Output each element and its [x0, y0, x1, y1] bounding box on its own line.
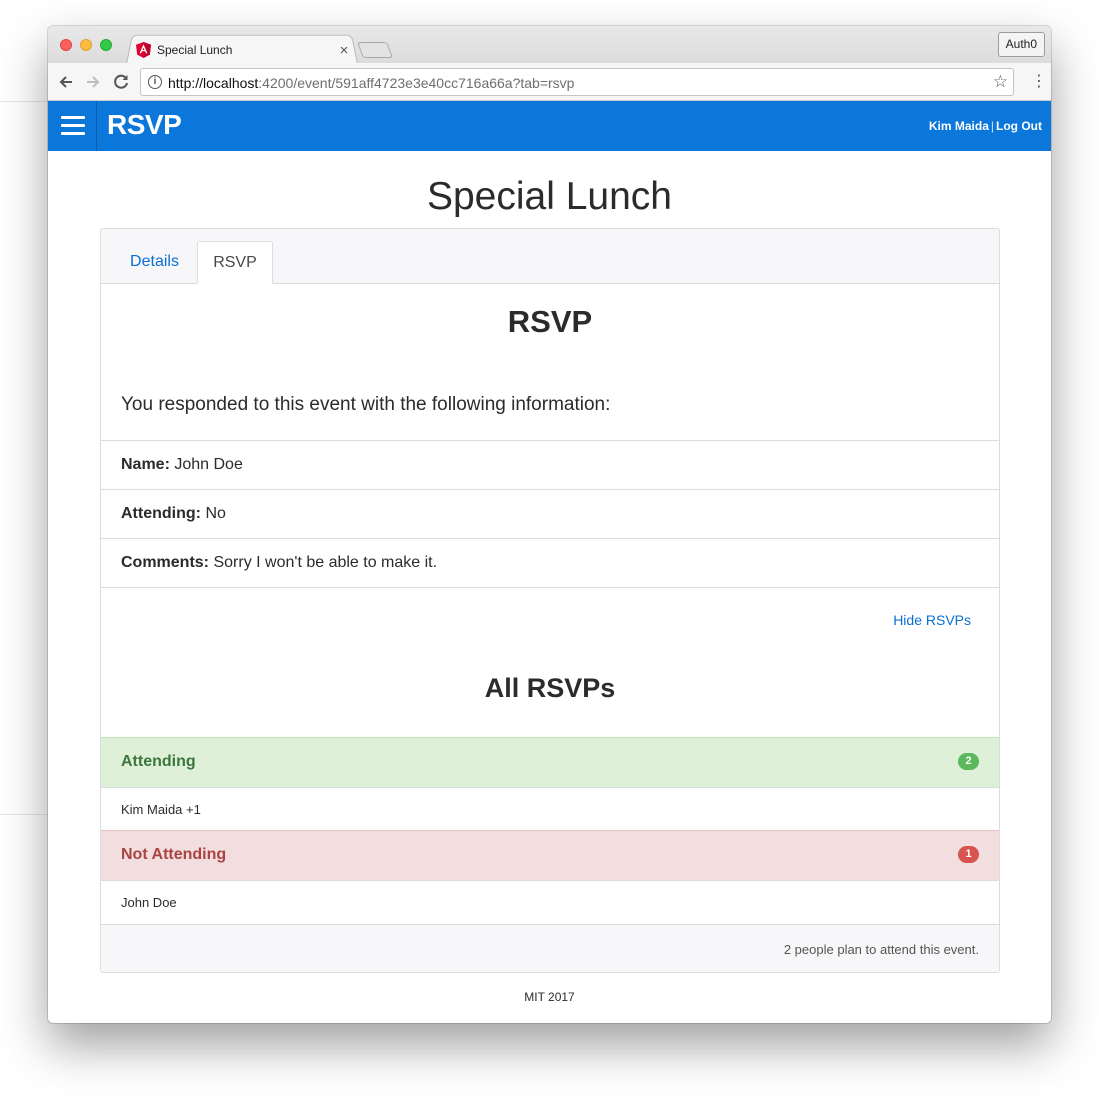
menu-dots-icon[interactable]: ⋮	[1031, 71, 1047, 93]
browser-tab[interactable]: Special Lunch ×	[136, 39, 352, 61]
card-footer: 2 people plan to attend this event.	[101, 924, 999, 972]
tab-rsvp[interactable]: RSVP	[197, 241, 273, 284]
attending-count-badge: 2	[958, 753, 979, 770]
tab-title: Special Lunch	[157, 43, 233, 57]
angular-favicon-icon	[136, 42, 151, 58]
not-attending-count-badge: 1	[958, 846, 979, 863]
desktop-divider	[0, 814, 48, 815]
address-bar[interactable]: i http://localhost:4200/event/591aff4723…	[140, 68, 1014, 96]
reload-icon	[114, 74, 128, 89]
new-tab-button[interactable]	[357, 42, 393, 58]
attending-group-header: Attending 2	[101, 737, 999, 787]
brand-logo[interactable]: RSVP	[107, 109, 182, 141]
field-label: Attending:	[121, 505, 201, 522]
url-host: http://localhost	[168, 75, 259, 91]
event-card: Details RSVP RSVP You responded to this …	[100, 228, 1000, 973]
not-attending-group-header: Not Attending 1	[101, 830, 999, 880]
back-button[interactable]	[55, 71, 77, 93]
back-arrow-icon	[59, 76, 72, 88]
user-name-link[interactable]: Kim Maida	[929, 119, 989, 133]
tab-close-icon[interactable]: ×	[336, 42, 352, 59]
all-rsvps-heading: All RSVPs	[484, 673, 616, 703]
profile-button[interactable]: Auth0	[997, 32, 1045, 57]
reload-button[interactable]	[110, 71, 132, 93]
field-label: Comments:	[121, 554, 210, 571]
list-item: John Doe	[101, 880, 999, 924]
url-text[interactable]: http://localhost:4200/event/591aff4723e3…	[168, 75, 574, 91]
rsvp-field-comments: Comments: Sorry I won't be able to make …	[101, 538, 999, 587]
forward-button[interactable]	[82, 71, 104, 93]
user-nav: Kim Maida | Log Out	[929, 119, 1042, 133]
rsvp-heading: RSVP	[507, 304, 593, 339]
field-value: John Doe	[174, 456, 243, 473]
browser-window: Special Lunch × Auth0 i http://localhost…	[48, 26, 1051, 1023]
rsvp-field-attending: Attending: No	[101, 489, 999, 538]
not-attending-label: Not Attending	[121, 846, 227, 863]
hamburger-icon[interactable]	[48, 101, 97, 151]
tab-details[interactable]: Details	[112, 241, 197, 284]
logout-link[interactable]: Log Out	[996, 119, 1042, 133]
field-value: Sorry I won't be able to make it.	[213, 554, 438, 571]
attendance-summary: 2 people plan to attend this event.	[783, 942, 979, 957]
card-tabs: Details RSVP	[101, 229, 999, 284]
rsvp-field-name: Name: John Doe	[101, 440, 999, 489]
rsvp-lead-text: You responded to this event with the fol…	[121, 394, 611, 415]
page-title: Special Lunch	[426, 175, 672, 218]
close-window-button[interactable]	[60, 39, 72, 51]
window-controls	[60, 39, 112, 51]
nav-separator: |	[990, 119, 995, 133]
hide-rsvps-link[interactable]: Hide RSVPs	[893, 612, 971, 628]
bookmark-star-icon[interactable]: ☆	[993, 72, 1008, 92]
info-icon[interactable]: i	[148, 75, 162, 89]
minimize-window-button[interactable]	[80, 39, 92, 51]
field-label: Name:	[121, 456, 170, 473]
url-path: :4200/event/591aff4723e3e40cc716a66a?tab…	[258, 75, 575, 91]
maximize-window-button[interactable]	[100, 39, 112, 51]
divider	[101, 587, 999, 588]
attending-label: Attending	[121, 753, 196, 770]
desktop-divider	[0, 101, 48, 102]
site-footer: MIT 2017	[524, 990, 575, 1004]
field-value: No	[205, 505, 226, 522]
app-header: RSVP Kim Maida | Log Out	[48, 101, 1051, 151]
forward-arrow-icon	[87, 76, 100, 88]
browser-tabbar: Special Lunch × Auth0	[48, 26, 1051, 64]
browser-toolbar: i http://localhost:4200/event/591aff4723…	[48, 63, 1051, 101]
list-item: Kim Maida +1	[101, 787, 999, 831]
